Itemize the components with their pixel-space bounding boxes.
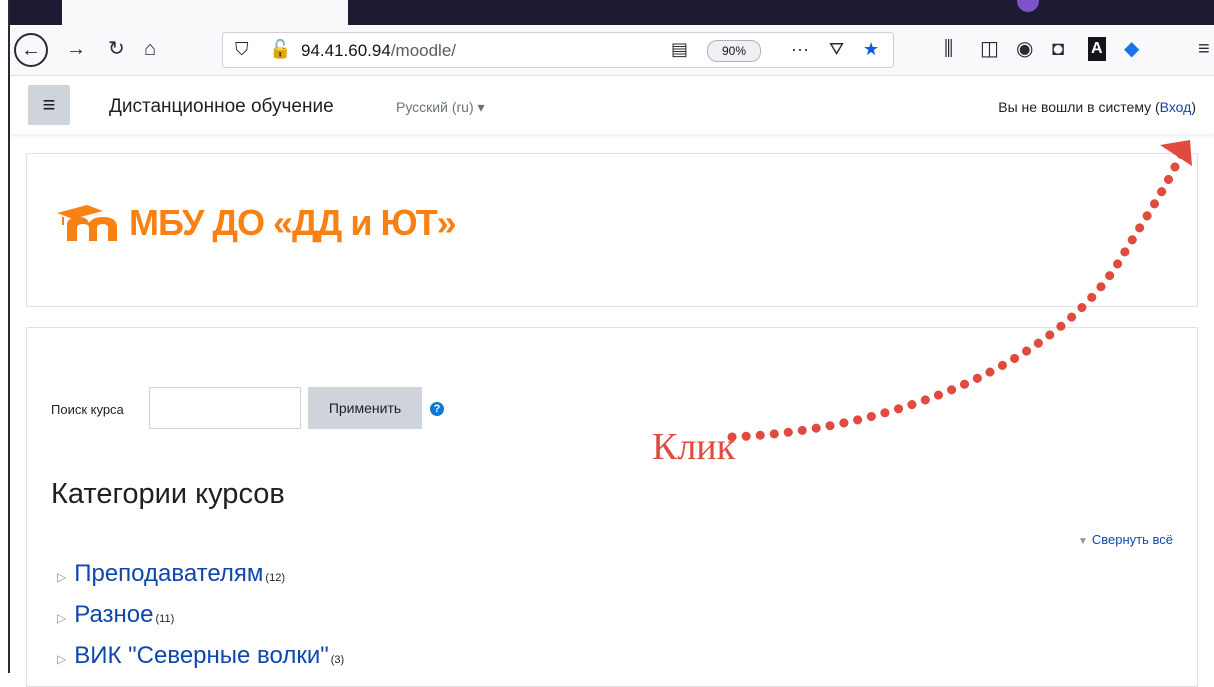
nav-drawer-button[interactable]: ≡ xyxy=(28,85,70,125)
category-link[interactable]: Преподавателям xyxy=(74,560,263,588)
login-status-close: ) xyxy=(1191,99,1196,115)
shield-icon[interactable]: ⛉ xyxy=(235,39,249,60)
login-link[interactable]: Вход xyxy=(1160,99,1192,115)
home-icon[interactable]: ⌂ xyxy=(144,37,156,61)
main-content: Поиск курса Применить ? Категории курсов… xyxy=(26,327,1198,687)
categories-heading: Категории курсов xyxy=(51,478,285,510)
expand-arrow-icon[interactable]: ▷ xyxy=(57,611,66,625)
category-count: (11) xyxy=(155,613,175,625)
reload-icon[interactable]: ↻ xyxy=(108,37,125,61)
zoom-level-badge[interactable]: 90% xyxy=(707,40,761,62)
pocket-icon[interactable]: ⛛ xyxy=(829,39,844,60)
help-icon[interactable]: ? xyxy=(430,402,444,416)
back-arrow-icon: ← xyxy=(21,38,41,61)
bookmark-star-icon[interactable]: ★ xyxy=(863,39,879,60)
course-search-label: Поиск курса xyxy=(51,402,124,417)
login-status-text: Вы не вошли в систему ( xyxy=(998,99,1160,115)
url-path: /moodle/ xyxy=(390,41,457,60)
category-link[interactable]: Разное xyxy=(74,601,153,629)
expand-arrow-icon[interactable]: ▷ xyxy=(57,652,66,666)
reader-view-icon[interactable]: ▤ xyxy=(671,39,688,60)
search-apply-button[interactable]: Применить xyxy=(308,387,422,429)
back-button[interactable]: ← xyxy=(14,33,48,67)
insecure-lock-icon[interactable]: 🔓 xyxy=(269,39,291,60)
library-icon[interactable]: ⫼ xyxy=(944,37,953,61)
sidebar-icon[interactable]: ◫ xyxy=(980,37,999,61)
category-count: (12) xyxy=(265,572,285,584)
forward-icon[interactable]: → xyxy=(66,37,86,61)
triangle-down-icon: ▼ xyxy=(1077,536,1088,547)
hamburger-icon: ≡ xyxy=(42,92,56,117)
active-browser-tab[interactable] xyxy=(62,0,348,25)
window-edge xyxy=(0,0,10,673)
account-avatar[interactable] xyxy=(1017,0,1039,12)
translate-extension-icon[interactable]: A xyxy=(1088,37,1106,61)
list-item: ▷ ВИК "Северные волки" (3) xyxy=(57,642,344,683)
page-header: МБУ ДО «ДД и ЮТ» xyxy=(26,153,1198,307)
address-bar[interactable]: ⛉ 🔓 94.41.60.94/moodle/ ▤ 90% ··· ⛛ ★ xyxy=(222,32,894,68)
category-list: ▷ Преподавателям (12) ▷ Разное (11) ▷ ВИ… xyxy=(57,560,344,683)
expand-arrow-icon[interactable]: ▷ xyxy=(57,570,66,584)
url-text[interactable]: 94.41.60.94/moodle/ xyxy=(301,41,456,61)
url-host: 94.41.60.94 xyxy=(301,41,391,60)
browser-tab-strip xyxy=(0,0,1214,25)
site-name[interactable]: Дистанционное обучение xyxy=(109,96,334,118)
download-extension-icon[interactable]: ◆ xyxy=(1124,37,1139,61)
extension-icon[interactable]: ◘ xyxy=(1052,37,1064,61)
menu-icon[interactable]: ≡ xyxy=(1198,37,1210,61)
login-info: Вы не вошли в систему (Вход) xyxy=(998,99,1196,115)
click-annotation-label: Клик xyxy=(652,426,736,468)
account-icon[interactable]: ◉ xyxy=(1016,37,1033,61)
course-search-input[interactable] xyxy=(149,387,301,429)
collapse-all-label: Свернуть всё xyxy=(1091,532,1173,547)
site-navbar: ≡ Дистанционное обучение Русский (ru) ▾ … xyxy=(10,76,1214,134)
category-count: (3) xyxy=(330,654,345,666)
page-actions-icon[interactable]: ··· xyxy=(791,39,809,60)
language-label: Русский (ru) xyxy=(396,99,474,115)
list-item: ▷ Разное (11) xyxy=(57,601,344,642)
logo-text: МБУ ДО «ДД и ЮТ» xyxy=(129,202,457,243)
site-logo: МБУ ДО «ДД и ЮТ» xyxy=(53,202,457,244)
browser-toolbar: ← → ↻ ⌂ ⛉ 🔓 94.41.60.94/moodle/ ▤ 90% ··… xyxy=(0,25,1214,76)
category-link[interactable]: ВИК "Северные волки" xyxy=(74,642,329,670)
moodle-logo-icon xyxy=(57,205,117,241)
list-item: ▷ Преподавателям (12) xyxy=(57,560,344,601)
language-menu[interactable]: Русский (ru) ▾ xyxy=(396,99,485,116)
collapse-all-link[interactable]: ▼ Свернуть всё xyxy=(1078,532,1173,547)
caret-down-icon: ▾ xyxy=(477,99,485,115)
